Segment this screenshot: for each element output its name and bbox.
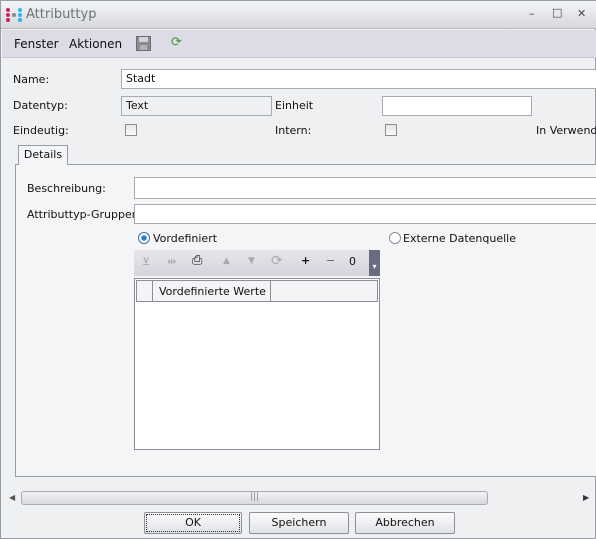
intern-label: Intern: — [275, 124, 312, 137]
extern-label: Externe Datenquelle — [403, 232, 516, 245]
scroll-left-icon[interactable]: ◀ — [9, 493, 15, 502]
column-width-icon[interactable]: ⇹ — [167, 255, 176, 268]
datentyp-field: Text — [121, 96, 272, 116]
beschreibung-input[interactable] — [134, 177, 596, 199]
beschreibung-label: Beschreibung: — [27, 182, 106, 195]
save-icon[interactable] — [136, 36, 151, 51]
einheit-label: Einheit — [275, 99, 314, 112]
menu-bar: Fenster Aktionen ⟳ — [2, 30, 596, 58]
grid-header: Vordefinierte Werte — [136, 280, 378, 302]
add-row-button[interactable]: + — [301, 254, 310, 267]
menu-aktionen[interactable]: Aktionen — [69, 37, 122, 51]
title-bar: Attributtyp – □ ✕ — [1, 1, 596, 29]
move-up-icon[interactable]: ▲ — [223, 256, 230, 266]
gruppen-label: Attributtyp-Gruppen: — [27, 208, 143, 221]
app-logo-icon — [6, 8, 22, 22]
gruppen-input[interactable] — [134, 204, 596, 224]
einheit-input[interactable] — [382, 96, 532, 116]
remove-row-button[interactable]: − — [326, 254, 335, 267]
save-button[interactable]: Speichern — [249, 512, 349, 534]
close-button[interactable]: ✕ — [577, 7, 586, 20]
grip-icon: ||| — [250, 492, 260, 502]
tab-details[interactable]: Details — [18, 145, 68, 165]
vordefiniert-radio[interactable] — [138, 232, 150, 244]
in-verwendung-label: In Verwendu — [536, 124, 596, 137]
filter-icon[interactable]: ⊻ — [142, 255, 150, 268]
name-input[interactable]: Stadt — [121, 69, 596, 89]
minimize-button[interactable]: – — [529, 7, 535, 20]
refresh-grid-icon[interactable]: ⟳ — [271, 253, 283, 269]
column-header-vordefinierte-werte[interactable]: Vordefinierte Werte — [159, 285, 266, 298]
menu-fenster[interactable]: Fenster — [14, 37, 59, 51]
tab-details-label: Details — [23, 148, 63, 161]
cancel-button[interactable]: Abbrechen — [355, 512, 455, 534]
refresh-icon[interactable]: ⟳ — [171, 35, 182, 50]
datentyp-label: Datentyp: — [13, 99, 68, 112]
name-label: Name: — [13, 73, 50, 86]
window-title: Attributtyp — [26, 7, 97, 22]
eindeutig-checkbox[interactable] — [125, 124, 137, 136]
row-count: 0 — [349, 255, 356, 268]
maximize-button[interactable]: □ — [552, 6, 562, 19]
move-down-icon[interactable]: ▼ — [248, 256, 255, 266]
values-grid: Vordefinierte Werte — [134, 278, 380, 450]
dialog-window: Attributtyp – □ ✕ Fenster Aktionen ⟳ Nam… — [0, 0, 596, 539]
scroll-right-icon[interactable]: ▶ — [583, 493, 589, 502]
ok-button[interactable]: OK — [144, 512, 242, 534]
toolbar-overflow-button[interactable]: ▾ — [369, 250, 380, 276]
grid-toolbar: ⊻ ⇹ ⎙ ▲ ▼ ⟳ + − 0 ▾ — [134, 250, 380, 276]
vordefiniert-label: Vordefiniert — [153, 232, 218, 245]
horizontal-scrollbar-thumb[interactable]: ||| — [21, 491, 488, 505]
intern-checkbox[interactable] — [385, 124, 397, 136]
print-icon[interactable]: ⎙ — [192, 253, 202, 268]
eindeutig-label: Eindeutig: — [13, 124, 69, 137]
extern-radio[interactable] — [389, 232, 401, 244]
